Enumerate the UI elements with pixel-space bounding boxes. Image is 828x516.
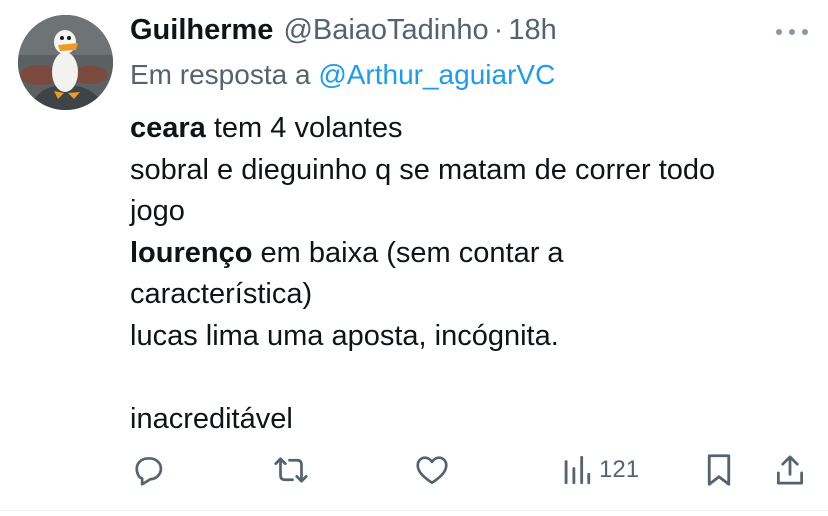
dot xyxy=(789,29,795,35)
author-name[interactable]: Guilherme xyxy=(130,10,273,50)
text-line: lourenço em baixa (sem contar a xyxy=(130,233,810,275)
text-line: sobral e dieguinho q se matam de correr … xyxy=(130,153,716,186)
action-bar: 121 xyxy=(0,447,828,493)
author-handle[interactable]: @BaiaoTadinho xyxy=(283,10,488,50)
divider xyxy=(0,510,828,511)
tweet-header: Guilherme @BaiaoTadinho · 18h xyxy=(130,10,557,50)
timestamp[interactable]: 18h xyxy=(508,10,556,50)
dot xyxy=(802,29,808,35)
bookmark-button[interactable] xyxy=(704,447,734,493)
heart-icon xyxy=(416,456,448,485)
more-dots-icon[interactable] xyxy=(776,24,808,40)
tweet[interactable]: Guilherme @BaiaoTadinho · 18h Em respost… xyxy=(0,0,828,516)
text-span: em baixa (sem contar a xyxy=(252,236,564,269)
text-line: característica) xyxy=(130,278,313,310)
share-button[interactable] xyxy=(774,447,806,493)
text-span: tem 4 volantes xyxy=(205,112,403,144)
bold-text: lourenço xyxy=(130,236,253,269)
separator-dot: · xyxy=(493,14,504,46)
text-line: ceara tem 4 volantes xyxy=(130,108,810,150)
retweet-button[interactable] xyxy=(272,447,310,493)
reply-mention-link[interactable]: @Arthur_aguiarVC xyxy=(318,59,555,90)
share-upload-icon xyxy=(776,455,804,485)
bookmark-icon xyxy=(707,454,731,486)
text-line: jogo xyxy=(130,195,185,227)
views-button[interactable]: 121 xyxy=(561,447,639,493)
bar-chart-icon xyxy=(564,455,591,485)
avatar[interactable] xyxy=(18,15,113,110)
like-button[interactable] xyxy=(414,447,450,493)
text-line: inacreditável xyxy=(130,402,293,435)
text-line: lucas lima uma aposta, incógnita. xyxy=(130,319,559,352)
retweet-icon xyxy=(274,457,308,483)
views-count: 121 xyxy=(599,456,640,483)
dot xyxy=(776,29,782,35)
bold-text: ceara xyxy=(130,112,206,144)
reply-context: Em resposta a @Arthur_aguiarVC xyxy=(130,55,555,95)
reply-prefix: Em resposta a xyxy=(130,59,319,90)
duck-avatar-image xyxy=(18,15,113,110)
reply-button[interactable] xyxy=(130,447,166,493)
tweet-text: ceara tem 4 volantes sobral e dieguinho … xyxy=(130,108,810,440)
reply-bubble-icon xyxy=(135,457,163,486)
